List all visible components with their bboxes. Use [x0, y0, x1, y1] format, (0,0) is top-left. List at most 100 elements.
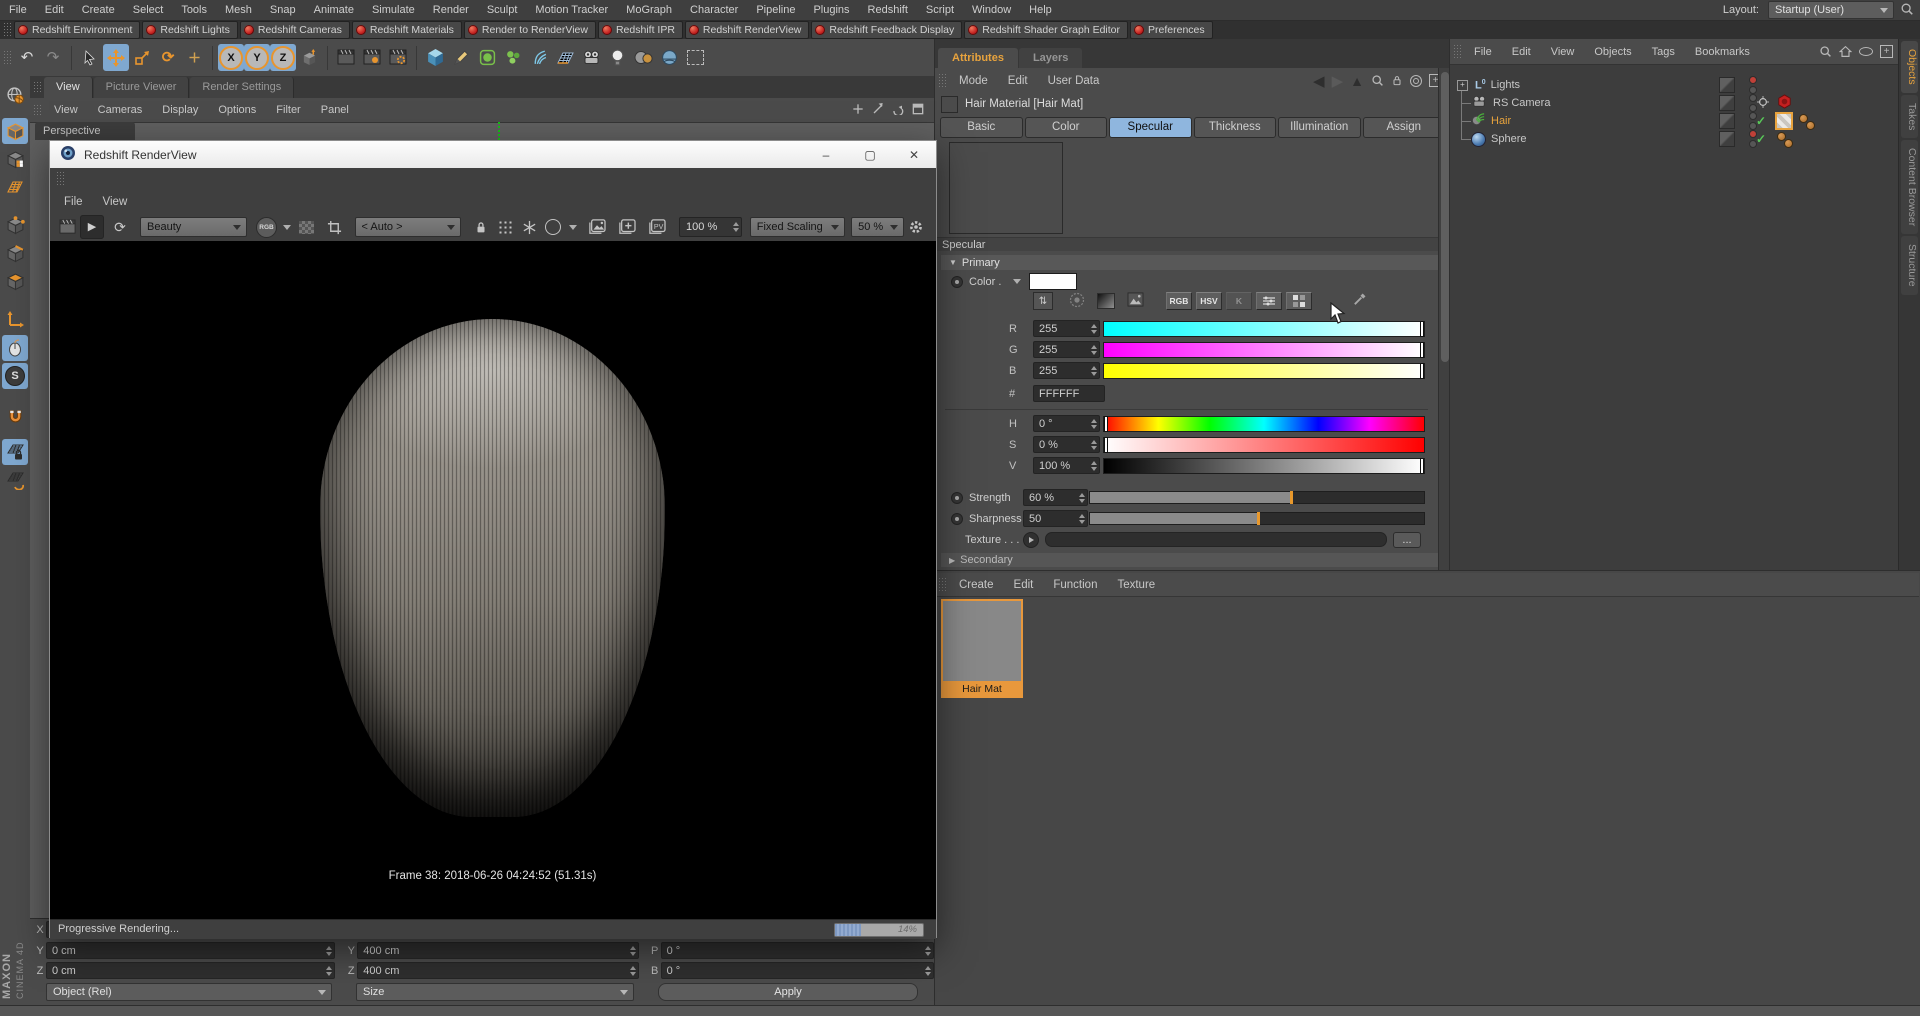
search-icon[interactable]	[1371, 74, 1384, 87]
shelf-grip[interactable]	[3, 22, 11, 38]
chevron-down-icon[interactable]	[283, 225, 291, 230]
polygons-mode-button[interactable]	[2, 268, 28, 294]
environment-button[interactable]	[656, 44, 682, 71]
attrs-menu-edit[interactable]: Edit	[998, 75, 1038, 87]
render-to-picture-viewer-button[interactable]	[359, 44, 385, 71]
obj-menu-edit[interactable]: Edit	[1502, 46, 1541, 58]
aov-dropdown[interactable]: Beauty	[140, 217, 247, 237]
dock-tab-content-browser[interactable]: Content Browser	[1901, 140, 1918, 234]
viewport-toggle-icon[interactable]	[912, 103, 924, 118]
b-value-field[interactable]: 255	[1033, 362, 1100, 379]
image-mode-icon[interactable]	[1127, 292, 1144, 310]
live-selection-tool[interactable]	[77, 44, 103, 71]
chevron-down-icon[interactable]	[1013, 279, 1021, 284]
toolbar-grip[interactable]	[3, 50, 11, 66]
shelf-redshift-cameras[interactable]: Redshift Cameras	[240, 21, 350, 39]
tab-illumination[interactable]: Illumination	[1278, 117, 1361, 138]
material-button[interactable]	[630, 44, 656, 71]
renderview-grip[interactable]	[56, 171, 64, 187]
sharpness-handle[interactable]	[1257, 512, 1260, 525]
r-value-field[interactable]: 255	[1033, 320, 1100, 337]
menu-redshift[interactable]: Redshift	[859, 4, 917, 16]
menu-tools[interactable]: Tools	[172, 4, 216, 16]
coord-size-dropdown[interactable]: Size	[356, 983, 634, 1001]
scrollbar-thumb[interactable]	[1441, 72, 1449, 362]
strength-handle[interactable]	[1290, 491, 1293, 504]
tab-attributes[interactable]: Attributes	[938, 48, 1018, 68]
shelf-redshift-materials[interactable]: Redshift Materials	[352, 21, 462, 39]
s-gradient-slider[interactable]	[1103, 437, 1425, 453]
apply-button[interactable]: Apply	[658, 983, 918, 1001]
attrs-menu-mode[interactable]: Mode	[949, 75, 998, 87]
viewport-rotate-icon[interactable]	[892, 103, 904, 118]
stepper-icon[interactable]	[1091, 438, 1097, 451]
freeze-button[interactable]	[517, 215, 541, 239]
expand-icon[interactable]: +	[1457, 80, 1468, 91]
viewport-solo-button[interactable]	[2, 335, 28, 361]
vp-menu-panel[interactable]: Panel	[311, 104, 359, 116]
snapshots-panel-button[interactable]	[493, 215, 517, 239]
sharpness-slider[interactable]	[1089, 512, 1425, 525]
z-axis-lock[interactable]: Z	[270, 44, 296, 71]
stepper-icon[interactable]	[630, 964, 636, 977]
obj-menu-tags[interactable]: Tags	[1642, 46, 1685, 58]
coordinate-system-toggle[interactable]	[296, 44, 322, 71]
v-gradient-slider[interactable]	[1103, 458, 1425, 474]
start-render-button[interactable]	[56, 215, 80, 239]
gradient-mode-icon[interactable]	[1097, 293, 1115, 309]
mat-menu-edit[interactable]: Edit	[1004, 579, 1044, 591]
shelf-redshift-shader-graph-editor[interactable]: Redshift Shader Graph Editor	[964, 21, 1128, 39]
window-close-button[interactable]: ✕	[892, 142, 936, 168]
object-row-sphere[interactable]: Sphere ✓	[1450, 130, 1898, 148]
light-button[interactable]	[604, 44, 630, 71]
texture-mode-button[interactable]	[2, 146, 28, 172]
region-render-button[interactable]	[541, 215, 565, 239]
object-name[interactable]: Lights	[1491, 79, 1520, 91]
size-y-field[interactable]: 400 cm	[357, 942, 638, 959]
hsv-mode-button[interactable]: HSV	[1196, 292, 1222, 310]
swatches-mode-icon[interactable]	[1286, 292, 1312, 310]
hair-tag-icon[interactable]	[1784, 139, 1793, 148]
material-preview[interactable]	[949, 142, 1063, 234]
chevron-down-icon[interactable]	[569, 225, 577, 230]
vp-menu-display[interactable]: Display	[152, 104, 208, 116]
edges-mode-button[interactable]	[2, 240, 28, 266]
b-gradient-slider[interactable]	[1103, 363, 1425, 379]
generators-button[interactable]	[500, 44, 526, 71]
convert-object-button[interactable]	[2, 82, 28, 108]
move-tool[interactable]	[103, 44, 129, 71]
tab-thickness[interactable]: Thickness	[1194, 117, 1277, 138]
renderview-settings-button[interactable]	[904, 215, 928, 239]
menu-mesh[interactable]: Mesh	[216, 4, 261, 16]
restart-render-button[interactable]: ⟳	[108, 215, 132, 239]
menu-mograph[interactable]: MoGraph	[617, 4, 681, 16]
mixer-mode-icon[interactable]	[1256, 292, 1282, 310]
stepper-icon[interactable]	[1091, 417, 1097, 430]
history-forward-icon[interactable]: ▶	[1332, 72, 1344, 90]
object-name[interactable]: RS Camera	[1493, 97, 1550, 109]
menu-character[interactable]: Character	[681, 4, 747, 16]
scale-tool[interactable]	[129, 44, 155, 71]
stepper-icon[interactable]	[1079, 491, 1085, 504]
hex-value-field[interactable]: FFFFFF	[1033, 385, 1105, 402]
tab-color[interactable]: Color	[1025, 117, 1108, 138]
lock-snapshot-button[interactable]	[469, 215, 493, 239]
vp-menu-filter[interactable]: Filter	[266, 104, 310, 116]
stepper-icon[interactable]	[1079, 512, 1085, 525]
specular-section-header[interactable]: Specular	[935, 237, 1438, 251]
r-gradient-slider[interactable]	[1103, 321, 1425, 337]
points-mode-button[interactable]	[2, 212, 28, 238]
menu-script[interactable]: Script	[917, 4, 963, 16]
shelf-render-to-renderview[interactable]: Render to RenderView	[464, 21, 596, 39]
h-value-field[interactable]: 0 °	[1033, 415, 1100, 432]
x-axis-lock[interactable]: X	[218, 44, 244, 71]
renderview-titlebar[interactable]: Redshift RenderView – ▢ ✕	[50, 141, 936, 169]
renderview-canvas[interactable]: Frame 38: 2018-06-26 04:24:52 (51.31s)	[50, 241, 936, 919]
parent-object-icon[interactable]: ▲	[1350, 73, 1364, 89]
object-row-rs-camera[interactable]: RS Camera	[1450, 94, 1898, 112]
object-name[interactable]: Sphere	[1491, 133, 1526, 145]
g-gradient-slider[interactable]	[1103, 342, 1425, 358]
rv-menu-view[interactable]: View	[93, 196, 138, 208]
lock-icon[interactable]	[1391, 74, 1403, 87]
texture-dropzone[interactable]	[1045, 532, 1387, 547]
